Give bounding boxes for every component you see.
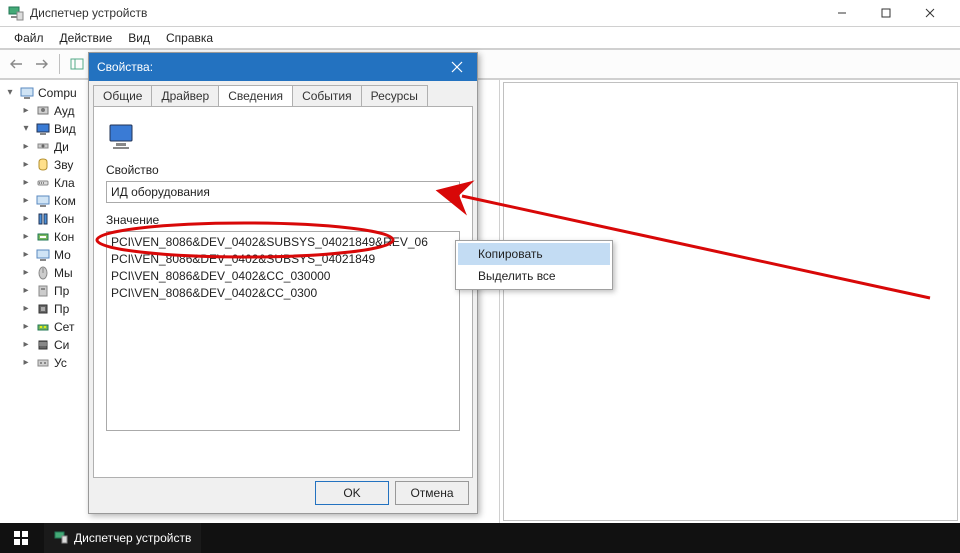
expand-toggle-icon[interactable]: ▸: [20, 196, 32, 206]
show-hide-console-button[interactable]: [65, 52, 89, 76]
properties-dialog: Свойства: Общие Драйвер Сведения События…: [88, 52, 478, 514]
right-content: [503, 82, 958, 521]
dialog-button-row: OK Отмена: [315, 481, 469, 505]
expand-toggle-icon[interactable]: ▾: [4, 88, 16, 98]
taskbar[interactable]: Диспетчер устройств: [0, 523, 960, 553]
taskbar-app-label: Диспетчер устройств: [74, 531, 191, 545]
right-pane: [500, 80, 960, 523]
tree-item-label: Зву: [54, 158, 73, 172]
device-category-icon: [35, 355, 51, 371]
device-category-icon: [35, 301, 51, 317]
cancel-button[interactable]: Отмена: [395, 481, 469, 505]
expand-toggle-icon[interactable]: ▸: [20, 322, 32, 332]
main-window-title: Диспетчер устройств: [30, 6, 820, 20]
value-listbox[interactable]: PCI\VEN_8086&DEV_0402&SUBSYS_04021849&RE…: [106, 231, 460, 431]
tab-strip: Общие Драйвер Сведения События Ресурсы: [89, 81, 477, 106]
device-category-icon: [35, 265, 51, 281]
expand-toggle-icon[interactable]: ▸: [20, 142, 32, 152]
list-item[interactable]: PCI\VEN_8086&DEV_0402&CC_0300: [111, 285, 455, 302]
expand-toggle-icon[interactable]: ▸: [20, 178, 32, 188]
tree-item-label: Ауд: [54, 104, 74, 118]
value-label: Значение: [106, 213, 460, 227]
computer-icon: [19, 85, 35, 101]
device-category-icon: [35, 247, 51, 263]
expand-toggle-icon[interactable]: ▸: [20, 268, 32, 278]
tree-item-label: Ус: [54, 356, 67, 370]
window-controls: [820, 0, 952, 27]
tree-item-label: Ком: [54, 194, 76, 208]
device-category-icon: [35, 193, 51, 209]
property-label: Свойство: [106, 163, 460, 177]
menu-view[interactable]: Вид: [120, 29, 158, 47]
display-adapter-icon: [108, 121, 140, 153]
minimize-button[interactable]: [820, 0, 864, 27]
dialog-title: Свойства:: [97, 60, 437, 74]
device-category-icon: [35, 283, 51, 299]
tree-item-label: Мо: [54, 248, 71, 262]
tree-item-label: Сет: [54, 320, 74, 334]
toolbar-separator: [59, 54, 60, 74]
device-category-icon: [35, 139, 51, 155]
expand-toggle-icon[interactable]: ▸: [20, 358, 32, 368]
tab-driver[interactable]: Драйвер: [151, 85, 219, 106]
expand-toggle-icon[interactable]: ▸: [20, 160, 32, 170]
menu-action[interactable]: Действие: [52, 29, 121, 47]
tree-root-label: Compu: [38, 86, 77, 100]
tree-item-label: Пр: [54, 284, 69, 298]
context-menu-select-all[interactable]: Выделить все: [458, 265, 610, 287]
tab-details[interactable]: Сведения: [218, 85, 293, 106]
tree-item-label: Мы: [54, 266, 73, 280]
expand-toggle-icon[interactable]: ▸: [20, 250, 32, 260]
menu-file[interactable]: Файл: [6, 29, 52, 47]
device-category-icon: [35, 103, 51, 119]
tree-item-label: Вид: [54, 122, 76, 136]
device-category-icon: [35, 337, 51, 353]
tab-events[interactable]: События: [292, 85, 362, 106]
list-item[interactable]: PCI\VEN_8086&DEV_0402&SUBSYS_04021849: [111, 251, 455, 268]
expand-toggle-icon[interactable]: ▸: [20, 304, 32, 314]
start-button[interactable]: [0, 523, 42, 553]
context-menu-copy[interactable]: Копировать: [458, 243, 610, 265]
tree-item-label: Ди: [54, 140, 69, 154]
device-manager-icon: [8, 5, 24, 21]
tree-item-label: Кла: [54, 176, 75, 190]
list-item[interactable]: PCI\VEN_8086&DEV_0402&SUBSYS_04021849&RE…: [111, 234, 455, 251]
expand-toggle-icon[interactable]: ▸: [20, 286, 32, 296]
property-combo-value: ИД оборудования: [111, 185, 210, 199]
tab-resources[interactable]: Ресурсы: [361, 85, 428, 106]
chevron-down-icon: ▾: [450, 187, 455, 198]
device-manager-icon: [54, 530, 68, 547]
close-button[interactable]: [908, 0, 952, 27]
device-category-icon: [35, 157, 51, 173]
menu-help[interactable]: Справка: [158, 29, 221, 47]
maximize-button[interactable]: [864, 0, 908, 27]
expand-toggle-icon[interactable]: ▸: [20, 106, 32, 116]
tab-general[interactable]: Общие: [93, 85, 152, 106]
property-combo[interactable]: ИД оборудования ▾: [106, 181, 460, 203]
context-menu: Копировать Выделить все: [455, 240, 613, 290]
expand-toggle-icon[interactable]: ▾: [20, 124, 32, 134]
dialog-close-button[interactable]: [437, 53, 477, 81]
device-category-icon: [35, 175, 51, 191]
menu-bar: Файл Действие Вид Справка: [0, 27, 960, 49]
ok-button[interactable]: OK: [315, 481, 389, 505]
nav-forward-button[interactable]: [30, 52, 54, 76]
main-window-titlebar: Диспетчер устройств: [0, 0, 960, 27]
tree-item-label: Си: [54, 338, 69, 352]
device-category-icon: [35, 211, 51, 227]
device-category-icon: [35, 319, 51, 335]
expand-toggle-icon[interactable]: ▸: [20, 214, 32, 224]
taskbar-app-device-manager[interactable]: Диспетчер устройств: [44, 523, 201, 553]
nav-back-button[interactable]: [4, 52, 28, 76]
tab-panel-details: Свойство ИД оборудования ▾ Значение PCI\…: [93, 106, 473, 478]
expand-toggle-icon[interactable]: ▸: [20, 232, 32, 242]
device-category-icon: [35, 229, 51, 245]
tree-item-label: Кон: [54, 230, 74, 244]
tree-item-label: Пр: [54, 302, 69, 316]
tree-item-label: Кон: [54, 212, 74, 226]
dialog-titlebar[interactable]: Свойства:: [89, 53, 477, 81]
device-category-icon: [35, 121, 51, 137]
list-item[interactable]: PCI\VEN_8086&DEV_0402&CC_030000: [111, 268, 455, 285]
expand-toggle-icon[interactable]: ▸: [20, 340, 32, 350]
